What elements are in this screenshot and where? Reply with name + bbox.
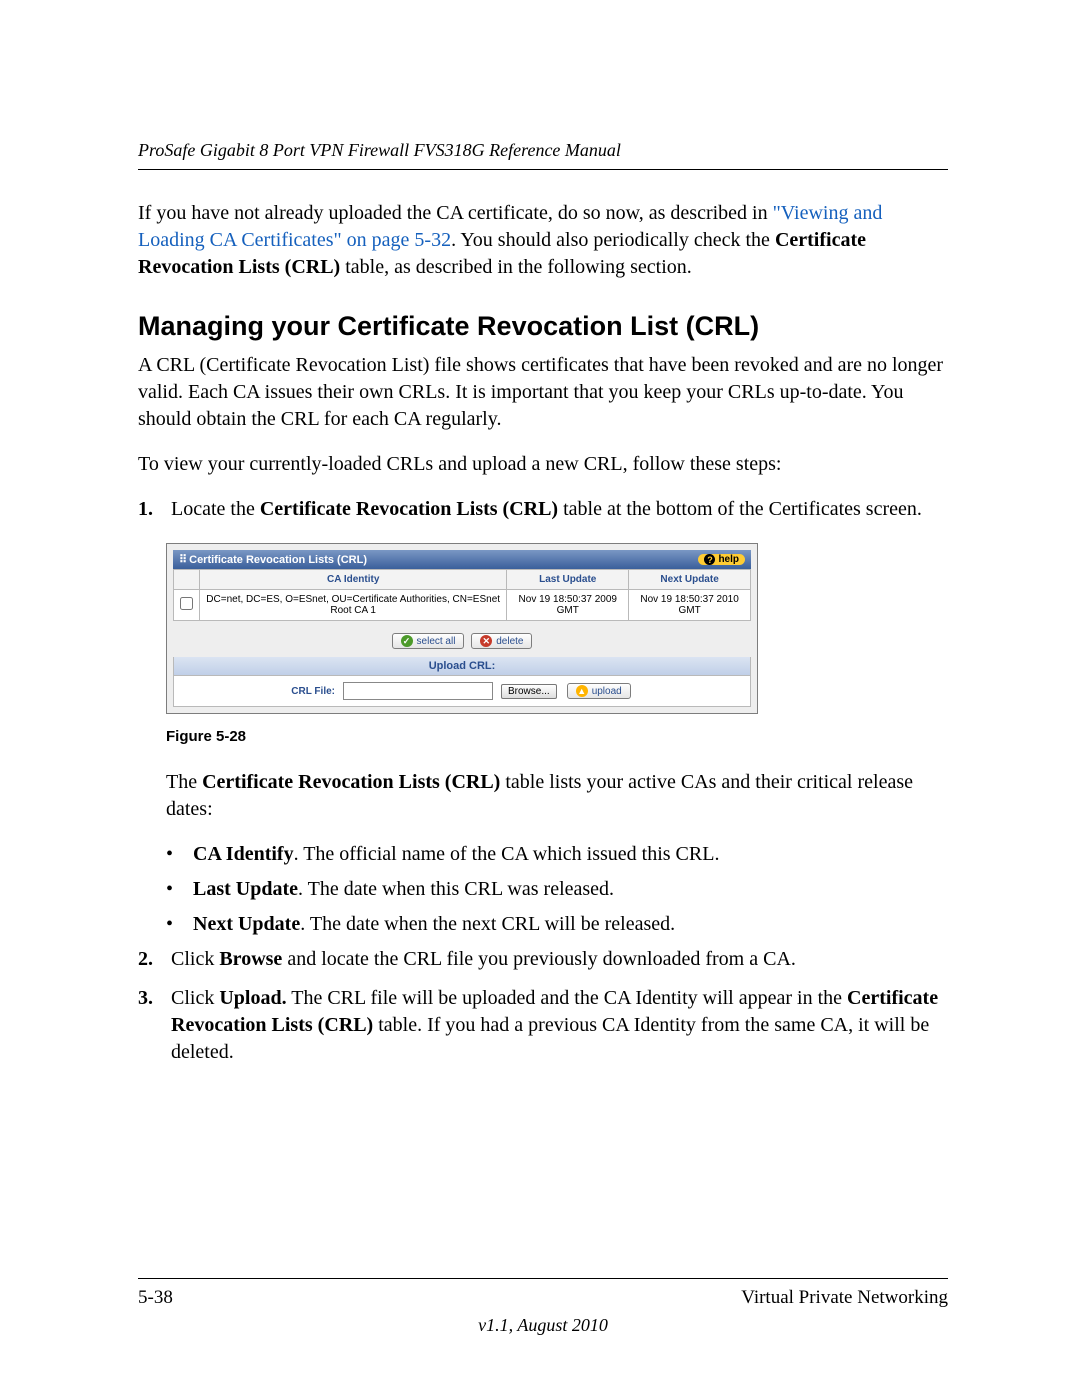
text: If you have not already uploaded the CA … [138,202,773,224]
col-select [174,570,200,590]
col-last-update: Last Update [507,570,629,590]
bold-term: Certificate Revocation Lists (CRL) [202,771,500,793]
upload-row: CRL File: Browse... ▲ upload [173,676,751,707]
step-2: 2. Click Browse and locate the CRL file … [138,946,948,973]
text: . The date when the next CRL will be rel… [300,913,675,935]
btn-label: delete [496,636,523,647]
page-footer: 5-38 Virtual Private Networking v1.1, Au… [138,1278,948,1336]
cell-next-update: Nov 19 18:50:37 2010 GMT [629,590,751,621]
intro-paragraph: If you have not already uploaded the CA … [138,200,948,281]
col-ca-identity: CA Identity [200,570,507,590]
footer-rule [138,1278,948,1279]
step-number: 3. [138,985,166,1012]
step-number: 2. [138,946,166,973]
bold-term: CA Identify [193,843,294,865]
bullet-next-update: Next Update. The date when the next CRL … [166,911,948,938]
bullet-ca-identify: CA Identify. The official name of the CA… [166,841,948,868]
text: Locate the [171,498,260,520]
text: table at the bottom of the Certificates … [558,498,922,520]
crl-table: CA Identity Last Update Next Update DC=n… [173,569,751,621]
text: Click [171,948,219,970]
delete-icon: ✕ [480,635,492,647]
section-heading: Managing your Certificate Revocation Lis… [138,311,948,342]
upload-header: Upload CRL: [173,657,751,676]
select-all-button[interactable]: ✓ select all [392,633,465,649]
row-checkbox[interactable] [180,597,193,610]
figure-5-28: ⠿ Certificate Revocation Lists (CRL) ? h… [166,543,758,714]
page-number: 5-38 [138,1287,173,1309]
table-row: DC=net, DC=ES, O=ESnet, OU=Certificate A… [174,590,751,621]
text: . You should also periodically check the [451,229,775,251]
text: The [166,771,202,793]
running-header: ProSafe Gigabit 8 Port VPN Firewall FVS3… [138,140,948,161]
upload-icon: ▲ [576,685,588,697]
text: The CRL file will be uploaded and the CA… [287,987,847,1009]
delete-button[interactable]: ✕ delete [471,633,532,649]
text: . The official name of the CA which issu… [294,843,720,865]
figure-caption: Figure 5-28 [166,728,948,745]
help-icon: ? [704,554,715,565]
table-desc-paragraph: The Certificate Revocation Lists (CRL) t… [166,769,948,823]
panel-titlebar: ⠿ Certificate Revocation Lists (CRL) ? h… [173,550,751,569]
grip-icon: ⠿ [179,554,186,566]
bold-term: Browse [219,948,282,970]
text: Click [171,987,219,1009]
btn-label: select all [417,636,456,647]
step-1: 1. Locate the Certificate Revocation Lis… [138,496,948,523]
header-rule [138,169,948,170]
check-icon: ✓ [401,635,413,647]
table-actions: ✓ select all ✕ delete [173,621,751,657]
crl-file-input[interactable] [343,682,493,700]
bold-term: Last Update [193,878,298,900]
text: and locate the CRL file you previously d… [282,948,796,970]
footer-version: v1.1, August 2010 [138,1315,948,1336]
cell-last-update: Nov 19 18:50:37 2009 GMT [507,590,629,621]
cell-ca-identity: DC=net, DC=ES, O=ESnet, OU=Certificate A… [200,590,507,621]
step-number: 1. [138,496,166,523]
btn-label: upload [592,686,622,697]
bold-term: Certificate Revocation Lists (CRL) [260,498,558,520]
help-button[interactable]: ? help [698,554,745,565]
bold-term: Next Update [193,913,300,935]
text: . The date when this CRL was released. [298,878,614,900]
panel-title-text: Certificate Revocation Lists (CRL) [189,554,367,566]
crl-panel: ⠿ Certificate Revocation Lists (CRL) ? h… [166,543,758,714]
footer-section: Virtual Private Networking [741,1287,948,1309]
bold-term: Upload. [219,987,286,1009]
crl-file-label: CRL File: [291,686,335,697]
upload-button[interactable]: ▲ upload [567,683,631,699]
help-label: help [718,554,739,565]
crl-desc-paragraph: A CRL (Certificate Revocation List) file… [138,352,948,433]
step-3: 3. Click Upload. The CRL file will be up… [138,985,948,1066]
bullet-last-update: Last Update. The date when this CRL was … [166,876,948,903]
browse-button[interactable]: Browse... [501,684,557,699]
col-next-update: Next Update [629,570,751,590]
text: table, as described in the following sec… [340,256,692,278]
crl-steps-intro: To view your currently-loaded CRLs and u… [138,451,948,478]
